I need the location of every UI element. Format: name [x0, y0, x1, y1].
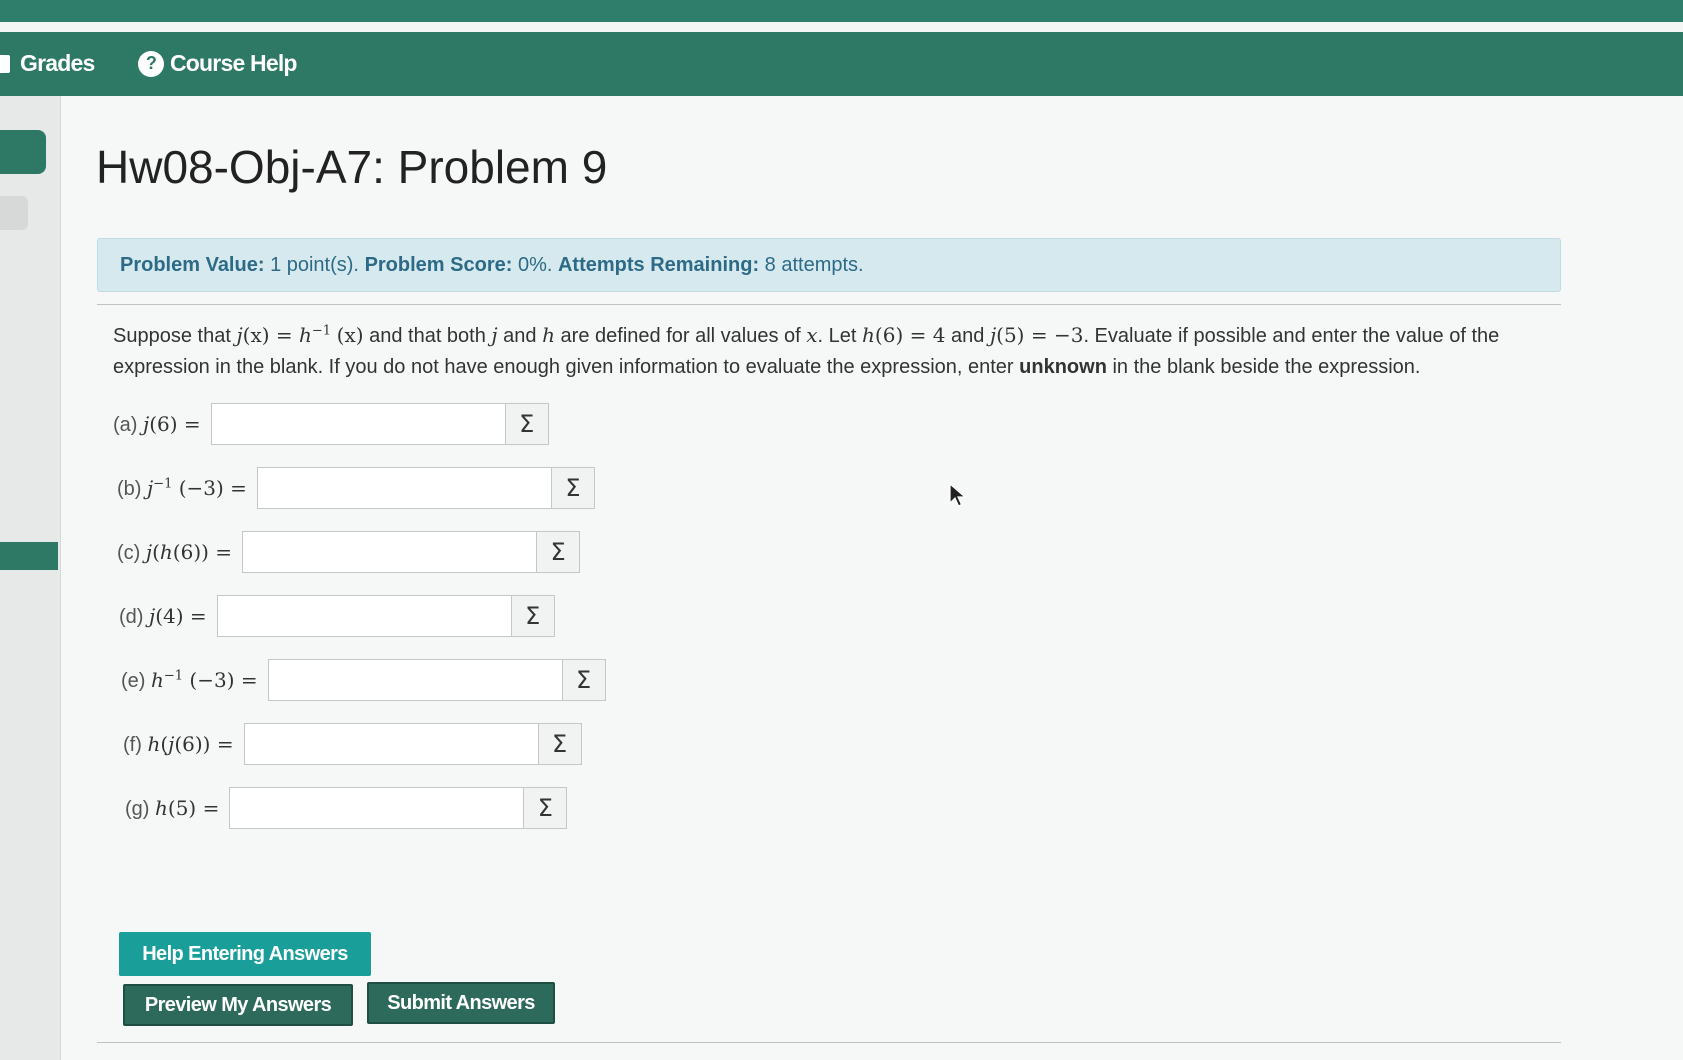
part-a-label: (a) j(6) = — [113, 411, 201, 436]
answer-input-b[interactable] — [256, 467, 551, 509]
part-e-row: (e) h−1 (−3) = Σ — [121, 658, 606, 702]
part-c-row: (c) j(h(6)) = Σ — [117, 530, 581, 574]
nav-bar: Grades ? Course Help — [0, 32, 1683, 96]
submit-answers-button[interactable]: Submit Answers — [367, 982, 555, 1024]
nav-grades-label: Grades — [20, 50, 95, 76]
grades-icon — [0, 54, 10, 73]
answer-input-a[interactable] — [210, 403, 505, 445]
divider-bottom — [97, 1042, 1561, 1043]
sigma-button-c[interactable]: Σ — [536, 531, 581, 573]
answer-input-f[interactable] — [243, 723, 538, 765]
divider-top — [97, 304, 1561, 305]
sidebar-active-tab[interactable] — [0, 130, 46, 174]
help-circle-icon: ? — [138, 50, 164, 77]
left-sidebar — [0, 96, 60, 1060]
part-b-row: (b) j−1 (−3) = Σ — [117, 466, 595, 510]
part-f-row: (f) h(j(6)) = Σ — [123, 722, 582, 766]
nav-course-help-label: Course Help — [170, 50, 297, 76]
main-content: Hw08-Obj-A7: Problem 9 Problem Value: 1 … — [60, 96, 1683, 1060]
sigma-button-g[interactable]: Σ — [523, 787, 568, 829]
answer-input-e[interactable] — [267, 659, 562, 701]
part-e-label: (e) h−1 (−3) = — [121, 667, 258, 692]
help-entering-answers-button[interactable]: Help Entering Answers — [119, 932, 371, 976]
unknown-keyword: unknown — [1019, 356, 1107, 378]
part-d-row: (d) j(4) = Σ — [119, 594, 555, 638]
problem-score-text: 0%. — [517, 253, 553, 276]
sidebar-tab[interactable] — [0, 196, 28, 230]
answer-input-g[interactable] — [229, 787, 524, 829]
part-c-label: (c) j(h(6)) = — [117, 539, 233, 564]
problem-info-box: Problem Value: 1 point(s). Problem Score… — [97, 238, 1561, 292]
part-a-row: (a) j(6) = Σ — [113, 402, 549, 446]
nav-grades-link[interactable]: Grades — [0, 50, 95, 77]
mouse-cursor-icon — [949, 483, 967, 507]
problem-value-text: 1 point(s). — [270, 253, 359, 276]
top-divider — [0, 22, 1683, 32]
sidebar-highlight-bar — [0, 542, 58, 570]
sigma-button-e[interactable]: Σ — [561, 659, 606, 701]
problem-value-label: Problem Value: — [120, 253, 265, 276]
part-d-label: (d) j(4) = — [119, 603, 207, 628]
part-g-row: (g) h(5) = Σ — [125, 786, 568, 830]
problem-statement: Suppose that j(x) = h−1 (x) and that bot… — [113, 323, 1500, 378]
part-b-label: (b) j−1 (−3) = — [117, 475, 247, 500]
sigma-button-a[interactable]: Σ — [504, 403, 549, 445]
nav-course-help-link[interactable]: ? Course Help — [138, 50, 297, 77]
preview-answers-button[interactable]: Preview My Answers — [123, 984, 353, 1026]
part-f-label: (f) h(j(6)) = — [123, 731, 234, 756]
attempts-remaining-text: 8 attempts. — [764, 253, 864, 276]
top-strip — [0, 0, 1683, 22]
sigma-button-b[interactable]: Σ — [550, 467, 595, 509]
answer-input-c[interactable] — [242, 531, 537, 573]
attempts-remaining-label: Attempts Remaining: — [557, 253, 760, 276]
part-g-label: (g) h(5) = — [125, 795, 220, 820]
problem-score-label: Problem Score: — [364, 253, 513, 276]
answer-input-d[interactable] — [216, 595, 511, 637]
sigma-button-f[interactable]: Σ — [537, 723, 582, 765]
page-title: Hw08-Obj-A7: Problem 9 — [96, 141, 608, 193]
sigma-button-d[interactable]: Σ — [510, 595, 555, 637]
